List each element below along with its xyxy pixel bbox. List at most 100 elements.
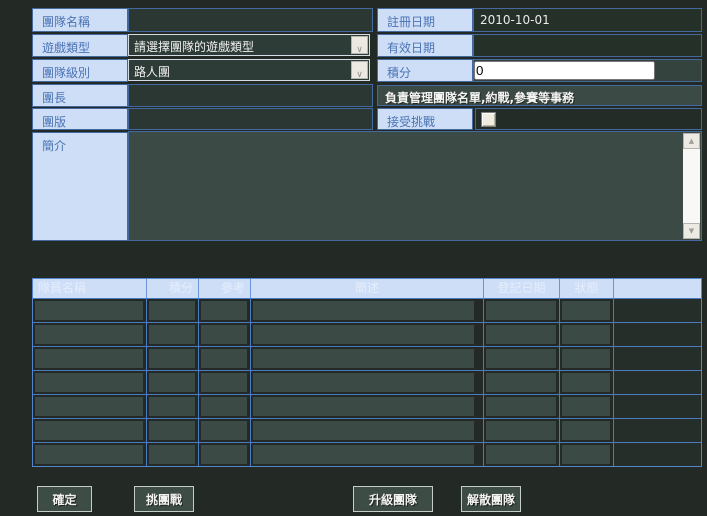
- accept-challenge-checkbox[interactable]: [481, 112, 496, 127]
- score-field-wrap: [473, 59, 702, 82]
- table-row[interactable]: [33, 370, 701, 394]
- game-type-dropdown-button[interactable]: ∨: [351, 36, 368, 55]
- table-row[interactable]: [33, 322, 701, 346]
- column-header-score: 積分: [147, 279, 199, 298]
- upgrade-team-button[interactable]: 升級團隊: [353, 486, 433, 512]
- table-row[interactable]: [33, 418, 701, 442]
- table-cell: [251, 395, 484, 418]
- cell-field: [35, 397, 143, 416]
- intro-textarea[interactable]: [129, 132, 682, 240]
- table-cell: [484, 323, 560, 346]
- valid-date-label: 有效日期: [377, 34, 473, 57]
- table-cell: [484, 395, 560, 418]
- table-cell: [199, 443, 251, 466]
- cell-field: [253, 445, 474, 464]
- table-row[interactable]: [33, 442, 701, 466]
- table-cell: [251, 323, 484, 346]
- cell-field: [562, 397, 610, 416]
- cell-field: [253, 397, 474, 416]
- table-cell: [199, 347, 251, 370]
- cell-field: [201, 373, 247, 392]
- scroll-up-button[interactable]: ▲: [683, 133, 700, 149]
- table-cell: [251, 299, 484, 322]
- cell-field: [562, 301, 610, 320]
- cell-field: [35, 325, 143, 344]
- leader-input[interactable]: [129, 85, 372, 107]
- column-header-status: 狀態: [560, 279, 614, 298]
- table-cell: [614, 371, 701, 394]
- table-cell: [614, 443, 701, 466]
- cell-field: [35, 445, 143, 464]
- team-name-input[interactable]: [129, 9, 372, 31]
- table-cell: [147, 395, 199, 418]
- cell-field: [486, 421, 556, 440]
- column-header-register-date: 登記日期: [484, 279, 560, 298]
- scroll-down-button[interactable]: ▼: [683, 223, 700, 239]
- intro-scrollbar[interactable]: ▲ ▼: [683, 133, 700, 239]
- cell-field: [35, 373, 143, 392]
- table-cell: [147, 419, 199, 442]
- column-header-member-name: 隊員名稱: [33, 279, 147, 298]
- team-level-dropdown-button[interactable]: ∨: [351, 61, 368, 80]
- table-cell: [147, 443, 199, 466]
- scroll-down-icon: ▼: [688, 227, 695, 235]
- table-cell: [147, 347, 199, 370]
- table-row[interactable]: [33, 346, 701, 370]
- table-cell: [614, 395, 701, 418]
- column-header-summary: 簡述: [251, 279, 484, 298]
- score-input[interactable]: [474, 61, 655, 80]
- accept-challenge-label: 接受挑戰: [377, 108, 473, 130]
- member-table-header: 隊員名稱 積分 參考 簡述 登記日期 狀態: [33, 279, 701, 298]
- cell-field: [253, 349, 474, 368]
- board-label: 團版: [32, 108, 128, 130]
- table-cell: [33, 371, 147, 394]
- score-label: 積分: [377, 59, 473, 82]
- table-cell: [199, 371, 251, 394]
- chevron-down-icon: ∨: [356, 70, 363, 80]
- cell-field: [253, 301, 474, 320]
- cell-field: [149, 325, 195, 344]
- table-cell: [560, 323, 614, 346]
- cell-field: [149, 397, 195, 416]
- disband-team-button[interactable]: 解散團隊: [461, 486, 521, 512]
- table-cell: [147, 371, 199, 394]
- cell-field: [149, 301, 195, 320]
- cell-field: [562, 445, 610, 464]
- table-cell: [560, 419, 614, 442]
- table-cell: [560, 395, 614, 418]
- cell-field: [35, 349, 143, 368]
- cell-field: [201, 325, 247, 344]
- board-input[interactable]: [129, 110, 372, 130]
- table-cell: [484, 371, 560, 394]
- accept-challenge-area: [475, 108, 702, 130]
- table-cell: [484, 299, 560, 322]
- team-name-field-wrap: [128, 8, 373, 32]
- cell-field: [149, 373, 195, 392]
- column-header-blank: [614, 279, 701, 298]
- table-cell: [33, 395, 147, 418]
- table-cell: [33, 419, 147, 442]
- table-cell: [33, 323, 147, 346]
- challenge-team-button[interactable]: 挑團戰: [134, 486, 194, 512]
- game-type-label: 遊戲類型: [32, 34, 128, 57]
- cell-field: [201, 301, 247, 320]
- leader-field-wrap: [128, 84, 373, 107]
- cell-field: [35, 421, 143, 440]
- cell-field: [149, 349, 195, 368]
- game-type-select[interactable]: 請選擇團隊的遊戲類型 ∨: [128, 34, 370, 56]
- cell-field: [486, 373, 556, 392]
- confirm-button[interactable]: 確定: [37, 486, 92, 512]
- member-table: 隊員名稱 積分 參考 簡述 登記日期 狀態: [32, 278, 702, 467]
- leader-label: 團長: [32, 84, 128, 107]
- table-cell: [560, 371, 614, 394]
- table-row[interactable]: [33, 394, 701, 418]
- team-level-select[interactable]: 路人團 ∨: [128, 59, 370, 81]
- valid-date-value: [473, 34, 702, 57]
- cell-field: [486, 349, 556, 368]
- cell-field: [201, 397, 247, 416]
- table-row[interactable]: [33, 298, 701, 322]
- team-level-selected-value: 路人團: [134, 65, 171, 79]
- table-cell: [199, 323, 251, 346]
- table-cell: [560, 443, 614, 466]
- table-cell: [251, 347, 484, 370]
